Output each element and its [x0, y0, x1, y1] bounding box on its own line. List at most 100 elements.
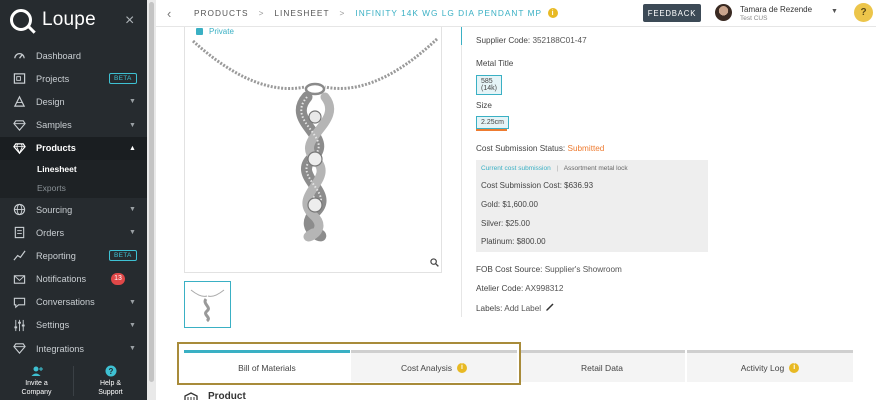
sidebar-subitem-linesheet[interactable]: Linesheet — [0, 159, 147, 179]
tab-current-cost-submission[interactable]: Current cost submission — [481, 165, 551, 172]
avatar[interactable] — [715, 4, 732, 21]
product-thumbnail[interactable] — [184, 281, 231, 328]
close-sidebar-icon[interactable]: × — [125, 12, 134, 30]
sidebar-item-label: Conversations — [36, 297, 95, 308]
invite-company-button[interactable]: Invite a Company — [0, 362, 73, 400]
globe-icon — [12, 203, 26, 217]
help-line-1: Help & — [99, 380, 121, 387]
sidebar-item-label: Projects — [36, 73, 70, 84]
sidebar-item-products[interactable]: Products ▲ — [0, 136, 147, 160]
cost-line-value: $636.93 — [564, 181, 594, 190]
product-section-icon — [184, 391, 198, 400]
top-bar: ‹ PRODUCTS > LINESHEET > INFINITY 14K WG… — [156, 0, 876, 27]
private-label: Private — [209, 27, 234, 36]
integrations-icon — [12, 342, 26, 356]
breadcrumb: PRODUCTS > LINESHEET > INFINITY 14K WG L… — [194, 8, 559, 18]
sidebar-item-integrations[interactable]: Integrations ▼ — [0, 337, 147, 360]
tab-retail-data[interactable]: Retail Data — [519, 350, 685, 382]
help-question-icon[interactable]: ? — [854, 3, 873, 22]
breadcrumb-linesheet[interactable]: LINESHEET — [274, 8, 329, 18]
sidebar-nav: Dashboard Projects BETA Design ▼ Samples… — [0, 44, 147, 360]
chevron-down-icon: ▼ — [129, 298, 136, 306]
breadcrumb-separator: > — [339, 8, 346, 18]
gem-icon — [12, 141, 26, 155]
orders-icon — [12, 226, 26, 240]
cost-line-value: $25.00 — [505, 219, 530, 228]
fob-cost-row: FOB Cost Source: Supplier's Showroom — [476, 265, 622, 274]
user-name[interactable]: Tamara de Rezende — [740, 5, 812, 14]
back-chevron-icon[interactable]: ‹ — [167, 6, 171, 21]
section-heading-label: Product — [208, 391, 246, 400]
sidebar-item-label: Design — [36, 96, 65, 107]
chart-icon — [12, 249, 26, 263]
pencil-icon[interactable] — [546, 303, 554, 311]
divider-accent — [461, 27, 462, 45]
section-heading-product: Product — [184, 391, 246, 400]
sidebar-item-orders[interactable]: Orders ▼ — [0, 221, 147, 244]
sidebar-item-label: Settings — [36, 320, 70, 331]
zoom-icon[interactable] — [430, 258, 439, 267]
fob-cost-label: FOB Cost Source: — [476, 265, 543, 274]
sliders-icon — [12, 318, 26, 332]
sidebar-item-design[interactable]: Design ▼ — [0, 90, 147, 113]
pendant-image[interactable] — [185, 27, 443, 273]
breadcrumb-products[interactable]: PRODUCTS — [194, 8, 249, 18]
pendant-thumbnail-image — [190, 289, 225, 323]
add-label-link[interactable]: Add Label — [504, 304, 541, 313]
sidebar-scrollbar[interactable] — [147, 0, 156, 400]
cost-line-label: Silver: — [481, 219, 504, 228]
tab-highlight-frame — [177, 342, 521, 385]
svg-text:?: ? — [108, 367, 113, 376]
cost-status-row: Cost Submission Status: Submitted — [476, 144, 604, 153]
sidebar-item-label: Samples — [36, 120, 72, 131]
notification-count-badge: 13 — [111, 272, 125, 285]
cost-panel-tabs: Current cost submission | Assortment met… — [481, 165, 628, 172]
chevron-down-icon: ▼ — [129, 229, 136, 237]
sidebar-item-notifications[interactable]: Notifications 13 — [0, 268, 147, 291]
tab-label: Retail Data — [580, 362, 624, 373]
invite-line-2: Company — [21, 389, 52, 396]
sidebar-subitem-exports[interactable]: Exports — [0, 178, 147, 198]
beta-badge: BETA — [109, 250, 137, 262]
sidebar-item-settings[interactable]: Settings ▼ — [0, 314, 147, 337]
cost-line: Cost Submission Cost: $636.93 — [481, 181, 593, 190]
sidebar-item-label: Dashboard — [36, 50, 81, 61]
metal-chip[interactable]: 585 (14k) — [476, 75, 502, 95]
info-icon[interactable]: i — [548, 8, 559, 18]
help-line-2: Support — [98, 389, 123, 396]
beta-badge: BETA — [109, 73, 137, 85]
chat-icon — [12, 295, 26, 309]
sidebar-item-dashboard[interactable]: Dashboard — [0, 44, 147, 67]
sidebar-item-conversations[interactable]: Conversations ▼ — [0, 291, 147, 314]
size-chip-underline — [476, 129, 507, 131]
help-support-button[interactable]: ? Help & Support — [74, 362, 147, 400]
cost-submission-panel: Current cost submission | Assortment met… — [476, 160, 708, 252]
chevron-down-icon: ▼ — [129, 121, 136, 129]
logo-text: Loupe — [42, 9, 96, 30]
invite-line-1: Invite a — [25, 380, 48, 387]
sidebar-item-sourcing[interactable]: Sourcing ▼ — [0, 198, 147, 221]
supplier-code-label: Supplier Code: — [476, 36, 531, 45]
tab-assortment-metal-lock[interactable]: Assortment metal lock — [564, 165, 628, 172]
cost-tab-separator: | — [556, 165, 559, 172]
info-icon[interactable]: i — [789, 362, 800, 373]
size-chip[interactable]: 2.25cm — [476, 116, 509, 129]
chevron-down-icon: ▼ — [129, 98, 136, 106]
tab-activity-log[interactable]: Activity Log i — [687, 350, 853, 382]
cost-status-label: Cost Submission Status: — [476, 144, 566, 153]
app-root: Loupe × Dashboard Projects BETA Design ▼… — [0, 0, 876, 400]
loupe-logo-icon — [10, 9, 32, 31]
sidebar-item-projects[interactable]: Projects BETA — [0, 67, 147, 90]
user-menu-chevron-icon[interactable]: ▼ — [831, 8, 838, 15]
breadcrumb-separator: > — [258, 8, 265, 18]
scrollbar-thumb[interactable] — [149, 2, 154, 382]
sidebar-item-reporting[interactable]: Reporting BETA — [0, 244, 147, 267]
fob-cost-value: Supplier's Showroom — [544, 265, 622, 274]
dashboard-icon — [12, 49, 26, 63]
add-user-icon — [31, 366, 43, 376]
sidebar-item-samples[interactable]: Samples ▼ — [0, 114, 147, 137]
logo[interactable]: Loupe — [10, 9, 96, 31]
private-indicator[interactable]: Private — [196, 27, 234, 36]
feedback-button[interactable]: FEEDBACK — [643, 4, 701, 22]
diamond-icon — [12, 118, 26, 132]
